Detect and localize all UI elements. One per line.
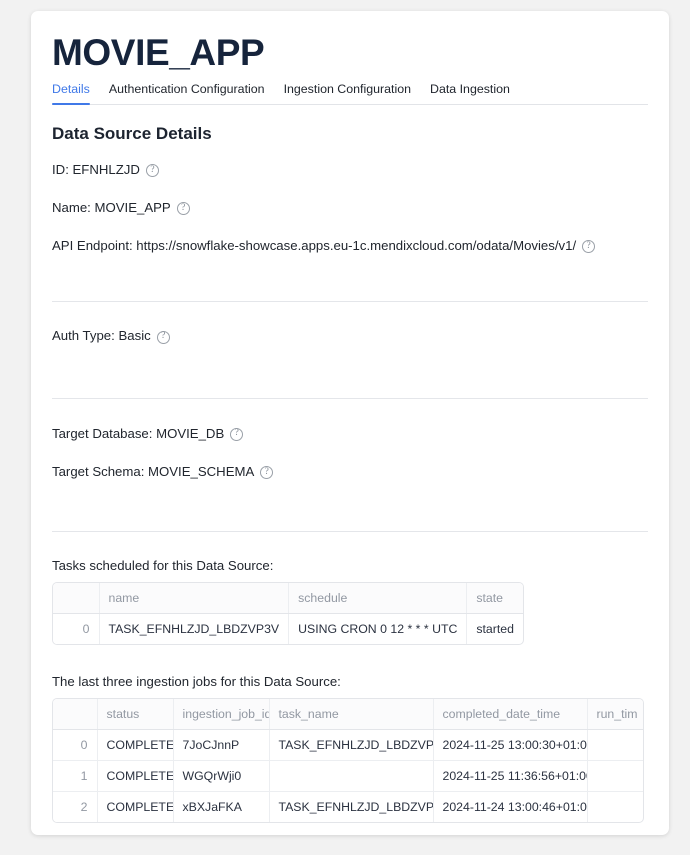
section-title-data-source-details: Data Source Details <box>52 124 648 144</box>
detail-name-text: Name: MOVIE_APP <box>52 199 171 216</box>
jobs-table: status ingestion_job_id task_name comple… <box>53 699 644 822</box>
tasks-col-name: name <box>99 583 289 614</box>
help-icon[interactable]: ? <box>230 428 243 441</box>
jobs-cell-completed-date-time: 2024-11-24 13:00:46+01:00 <box>433 791 587 822</box>
help-icon[interactable]: ? <box>177 202 190 215</box>
page-title: MOVIE_APP <box>52 33 648 73</box>
tasks-table-wrapper: name schedule state 0 TASK_EFNHLZJD_LBDZ… <box>52 582 524 645</box>
help-icon[interactable]: ? <box>582 240 595 253</box>
table-row[interactable]: 0 TASK_EFNHLZJD_LBDZVP3V USING CRON 0 12… <box>53 613 523 644</box>
jobs-cell-index: 2 <box>53 791 97 822</box>
help-icon[interactable]: ? <box>146 164 159 177</box>
jobs-cell-index: 0 <box>53 729 97 760</box>
tasks-col-index <box>53 583 99 614</box>
table-header-row: name schedule state <box>53 583 523 614</box>
jobs-cell-status: COMPLETED <box>97 729 173 760</box>
jobs-col-status: status <box>97 699 173 730</box>
tasks-cell-index: 0 <box>53 613 99 644</box>
tab-data-ingestion[interactable]: Data Ingestion <box>430 82 510 104</box>
detail-row-api-endpoint: API Endpoint: https://snowflake-showcase… <box>52 237 648 254</box>
help-icon[interactable]: ? <box>260 466 273 479</box>
detail-id-text: ID: EFNHLZJD <box>52 161 140 178</box>
tab-authentication-configuration[interactable]: Authentication Configuration <box>109 82 265 104</box>
jobs-table-wrapper[interactable]: status ingestion_job_id task_name comple… <box>52 698 644 823</box>
detail-row-target-schema: Target Schema: MOVIE_SCHEMA ? <box>52 463 648 480</box>
jobs-col-completed-date-time: completed_date_time <box>433 699 587 730</box>
data-source-card: MOVIE_APP Details Authentication Configu… <box>31 11 669 835</box>
jobs-cell-status: COMPLETED <box>97 760 173 791</box>
tasks-cell-state: started <box>467 613 523 644</box>
detail-row-name: Name: MOVIE_APP ? <box>52 199 648 216</box>
jobs-cell-run-time <box>587 729 644 760</box>
jobs-col-index <box>53 699 97 730</box>
detail-auth-type-text: Auth Type: Basic <box>52 327 151 344</box>
detail-target-schema-text: Target Schema: MOVIE_SCHEMA <box>52 463 254 480</box>
table-row[interactable]: 1 COMPLETED WGQrWji0 2024-11-25 11:36:56… <box>53 760 644 791</box>
jobs-col-ingestion-job-id: ingestion_job_id <box>173 699 269 730</box>
tasks-cell-name: TASK_EFNHLZJD_LBDZVP3V <box>99 613 289 644</box>
detail-target-database-text: Target Database: MOVIE_DB <box>52 425 224 442</box>
detail-api-endpoint-text: API Endpoint: https://snowflake-showcase… <box>52 237 576 254</box>
jobs-cell-status: COMPLETED <box>97 791 173 822</box>
detail-row-auth-type: Auth Type: Basic ? <box>52 327 648 344</box>
tasks-table: name schedule state 0 TASK_EFNHLZJD_LBDZ… <box>53 583 523 644</box>
jobs-caption: The last three ingestion jobs for this D… <box>52 674 648 689</box>
jobs-cell-ingestion-job-id: xBXJaFKA <box>173 791 269 822</box>
tab-details[interactable]: Details <box>52 82 90 104</box>
tasks-col-state: state <box>467 583 523 614</box>
tasks-cell-schedule: USING CRON 0 12 * * * UTC <box>289 613 467 644</box>
jobs-cell-ingestion-job-id: WGQrWji0 <box>173 760 269 791</box>
jobs-cell-run-time <box>587 760 644 791</box>
jobs-col-run-time: run_tim <box>587 699 644 730</box>
table-row[interactable]: 2 COMPLETED xBXJaFKA TASK_EFNHLZJD_LBDZV… <box>53 791 644 822</box>
jobs-cell-index: 1 <box>53 760 97 791</box>
jobs-cell-completed-date-time: 2024-11-25 13:00:30+01:00 <box>433 729 587 760</box>
tasks-caption: Tasks scheduled for this Data Source: <box>52 558 648 573</box>
tasks-col-schedule: schedule <box>289 583 467 614</box>
tab-ingestion-configuration[interactable]: Ingestion Configuration <box>284 82 411 104</box>
detail-row-id: ID: EFNHLZJD ? <box>52 161 648 178</box>
jobs-cell-task-name <box>269 760 433 791</box>
table-header-row: status ingestion_job_id task_name comple… <box>53 699 644 730</box>
page-background: MOVIE_APP Details Authentication Configu… <box>0 0 690 855</box>
help-icon[interactable]: ? <box>157 331 170 344</box>
jobs-cell-ingestion-job-id: 7JoCJnnP <box>173 729 269 760</box>
jobs-cell-completed-date-time: 2024-11-25 11:36:56+01:00 <box>433 760 587 791</box>
tab-bar: Details Authentication Configuration Ing… <box>52 82 648 105</box>
jobs-cell-task-name: TASK_EFNHLZJD_LBDZVP3V <box>269 729 433 760</box>
jobs-cell-run-time <box>587 791 644 822</box>
jobs-col-task-name: task_name <box>269 699 433 730</box>
table-row[interactable]: 0 COMPLETED 7JoCJnnP TASK_EFNHLZJD_LBDZV… <box>53 729 644 760</box>
jobs-cell-task-name: TASK_EFNHLZJD_LBDZVP3V <box>269 791 433 822</box>
detail-row-target-database: Target Database: MOVIE_DB ? <box>52 425 648 442</box>
